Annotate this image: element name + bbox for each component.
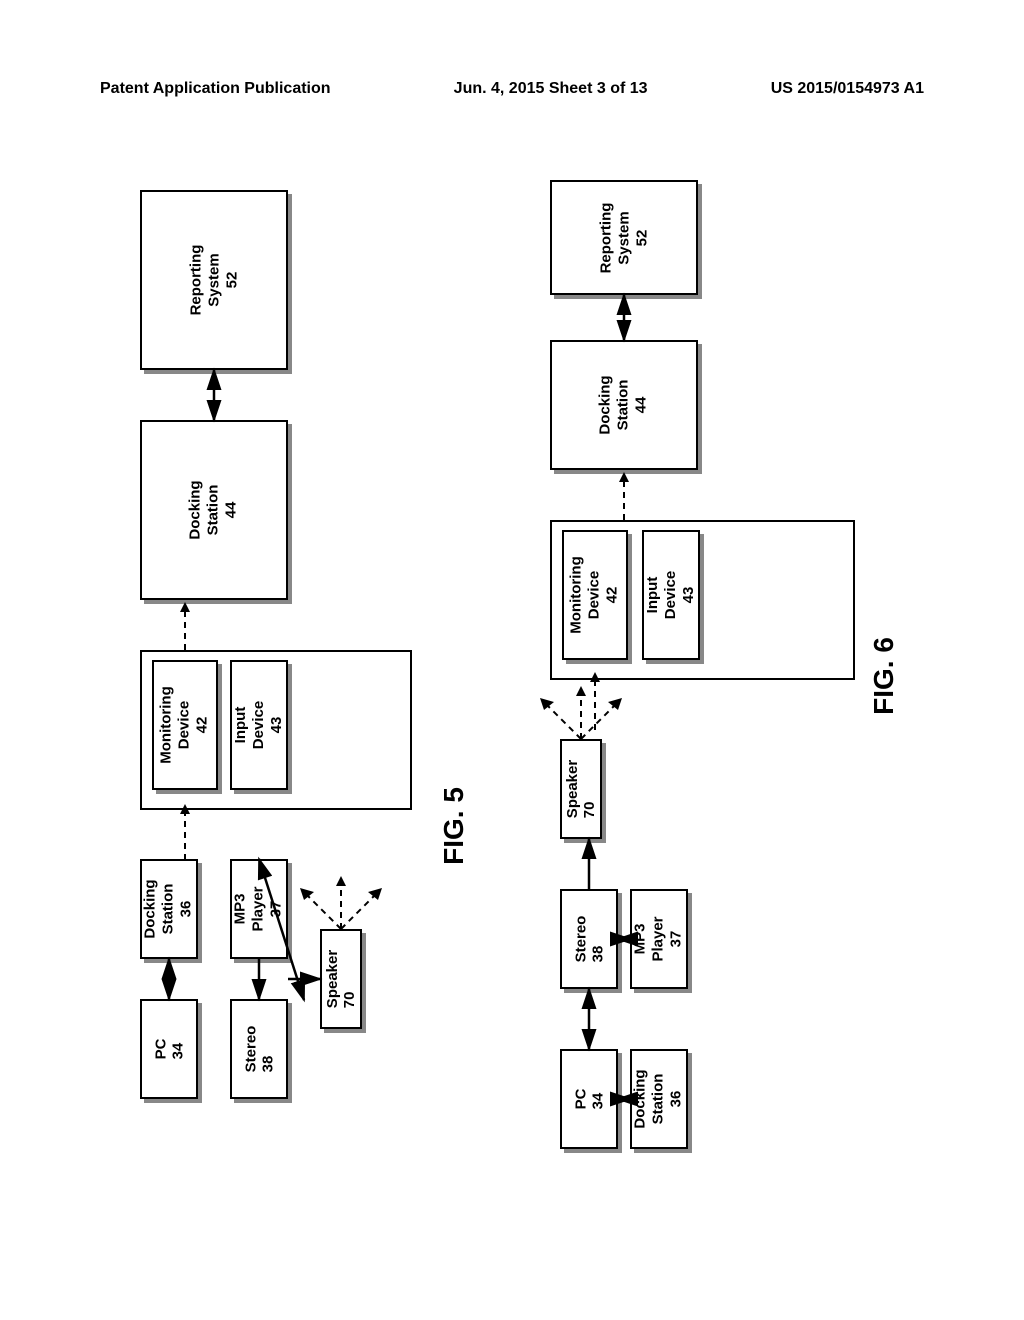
fig6-input-num: 43 (680, 587, 697, 604)
fig6-reporting-num: 52 (633, 229, 650, 246)
fig5-pc-box: PC 34 (140, 999, 198, 1099)
fig5-monitoring-num: 42 (194, 717, 211, 734)
fig6-stereo-num: 38 (589, 946, 606, 963)
fig6-docking2-name: Docking Station (597, 375, 632, 434)
fig5-pc-num: 34 (169, 1043, 186, 1060)
fig5-speaker-num: 70 (341, 992, 358, 1009)
fig6-input-name: Input Device (644, 571, 679, 619)
fig6-reporting-box: Reporting System 52 (550, 180, 698, 295)
fig5-docking2-num: 44 (223, 502, 240, 519)
fig5-docking1-num: 36 (178, 901, 195, 918)
fig5-stereo-name: Stereo (242, 1026, 259, 1073)
fig6-stereo-box: Stereo 38 (560, 889, 618, 989)
fig5-label: FIG. 5 (415, 810, 493, 842)
fig5-input-num: 43 (268, 717, 285, 734)
fig6-mp3-box: MP3 Player 37 (630, 889, 688, 989)
fig6-monitoring-name: Monitoring Device (568, 556, 603, 633)
fig5-mp3-num: 37 (268, 901, 285, 918)
fig5-stereo-num: 38 (259, 1056, 276, 1073)
fig5-reporting-num: 52 (223, 272, 240, 289)
fig6-pc-name: PC (572, 1089, 589, 1110)
fig5-docking2-box: Docking Station 44 (140, 420, 288, 600)
header-left: Patent Application Publication (100, 80, 331, 98)
fig6-docking1-name: Docking Station (632, 1069, 667, 1128)
fig6-docking1-box: Docking Station 36 (630, 1049, 688, 1149)
fig6-docking2-box: Docking Station 44 (550, 340, 698, 470)
header-right: US 2015/0154973 A1 (771, 80, 924, 98)
fig5-pc-name: PC (152, 1039, 169, 1060)
fig5-mp3-name: MP3 Player (232, 886, 267, 931)
fig6-mp3-name: MP3 Player (632, 916, 667, 961)
fig5-input-box: Input Device 43 (230, 660, 288, 790)
fig5-reporting-box: Reporting System 52 (140, 190, 288, 370)
fig6-pc-num: 34 (589, 1093, 606, 1110)
fig6-mp3-num: 37 (668, 931, 685, 948)
fig6-docking1-num: 36 (668, 1091, 685, 1108)
diagram-area: PC 34 Docking Station 36 Stereo 38 MP3 P… (100, 170, 920, 1220)
header-center: Jun. 4, 2015 Sheet 3 of 13 (454, 80, 648, 98)
fig5-reporting-name: Reporting System (187, 245, 222, 316)
fig5-speaker-name: Speaker (324, 950, 341, 1008)
fig5-mp3-box: MP3 Player 37 (230, 859, 288, 959)
fig6-stereo-name: Stereo (572, 916, 589, 963)
fig6-docking2-num: 44 (633, 397, 650, 414)
page-header: Patent Application Publication Jun. 4, 2… (0, 80, 1024, 98)
fig5-monitoring-name: Monitoring Device (158, 686, 193, 763)
fig5-docking1-box: Docking Station 36 (140, 859, 198, 959)
fig5-speaker-box: Speaker 70 (320, 929, 362, 1029)
fig5-docking2-name: Docking Station (187, 480, 222, 539)
fig5-monitoring-box: Monitoring Device 42 (152, 660, 218, 790)
fig5-input-name: Input Device (232, 701, 267, 749)
fig6-input-box: Input Device 43 (642, 530, 700, 660)
fig6-pc-box: PC 34 (560, 1049, 618, 1149)
fig5-docking1-name: Docking Station (142, 879, 177, 938)
fig6-monitoring-box: Monitoring Device 42 (562, 530, 628, 660)
fig6-monitoring-num: 42 (604, 587, 621, 604)
fig6-label: FIG. 6 (845, 660, 923, 692)
fig6-reporting-name: Reporting System (597, 202, 632, 273)
fig6-speaker-box: Speaker 70 (560, 739, 602, 839)
fig6-speaker-name: Speaker (564, 760, 581, 818)
fig6-speaker-num: 70 (581, 802, 598, 819)
fig5-stereo-box: Stereo 38 (230, 999, 288, 1099)
